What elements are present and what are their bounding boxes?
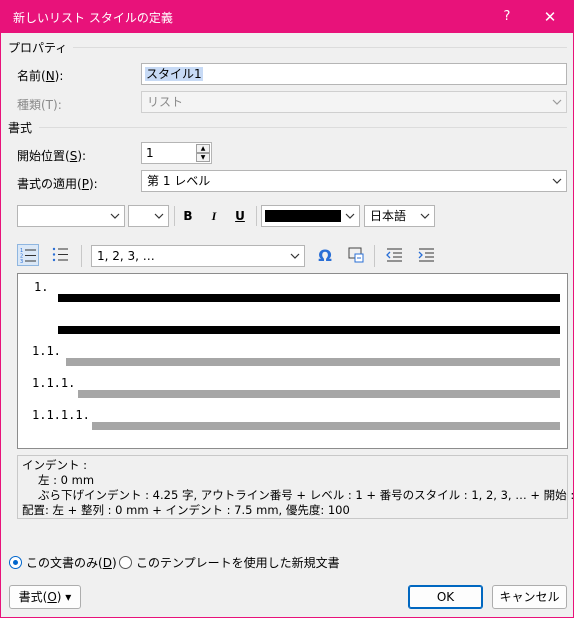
name-input[interactable]: スタイル1 <box>141 63 567 85</box>
apply-to-label: 書式の適用(P): <box>17 177 98 191</box>
decrease-indent-button[interactable] <box>383 245 405 267</box>
picture-bullet-button[interactable] <box>345 245 367 267</box>
spin-down-icon[interactable]: ▼ <box>196 153 210 162</box>
properties-section-label: プロパティ <box>8 41 68 55</box>
insert-symbol-button[interactable]: Ω <box>314 245 336 267</box>
toolbar-divider <box>81 245 82 267</box>
chevron-down-icon <box>552 99 562 105</box>
chevron-down-icon <box>420 213 430 219</box>
chevron-down-icon <box>110 213 120 219</box>
picture-icon <box>348 247 364 263</box>
preview-level-3-line <box>78 390 560 398</box>
new-documents-template-radio[interactable]: このテンプレートを使用した新規文書 <box>119 554 340 571</box>
bulleted-list-button[interactable] <box>49 244 71 266</box>
toolbar-divider <box>174 206 175 226</box>
dialog-window: 新しいリスト スタイルの定義 ? ✕ プロパティ 名前(N): スタイル1 種類… <box>0 0 574 618</box>
this-document-only-label: この文書のみ(D) <box>26 556 117 570</box>
language-value: 日本語 <box>370 209 407 223</box>
type-select[interactable]: リスト <box>141 91 567 113</box>
chevron-down-icon <box>345 213 355 219</box>
cancel-button[interactable]: キャンセル <box>492 585 567 609</box>
name-input-value: スタイル1 <box>145 67 203 81</box>
font-size-select[interactable] <box>128 205 169 227</box>
spinner-buttons: ▲ ▼ <box>196 144 210 162</box>
preview-level-1-line <box>58 294 560 302</box>
toolbar-divider <box>256 206 257 226</box>
description-line: インデント : <box>22 458 88 472</box>
increase-indent-button[interactable] <box>415 245 437 267</box>
format-divider <box>39 127 567 128</box>
style-description: インデント : 左 : 0 mm ぶら下げインデント : 4.25 字, アウト… <box>17 455 574 519</box>
apply-to-value: 第 1 レベル <box>147 174 211 188</box>
chevron-down-icon <box>290 253 300 259</box>
bold-button[interactable]: B <box>177 205 199 227</box>
preview-level-4-number: 1.1.1.1. <box>32 408 90 422</box>
this-document-only-radio[interactable]: この文書のみ(D) <box>9 554 117 571</box>
preview-level-3-number: 1.1.1. <box>32 376 76 390</box>
type-label: 種類(T): <box>17 98 62 112</box>
chevron-down-icon <box>154 213 164 219</box>
description-line: 左 : 0 mm <box>38 473 95 487</box>
toolbar-divider <box>374 245 375 267</box>
format-menu-button[interactable]: 書式(O) ▾ <box>9 585 81 609</box>
preview-level-2-number: 1.1. <box>32 344 61 358</box>
preview-level-2-line <box>66 358 560 366</box>
svg-text:3: 3 <box>20 259 23 265</box>
list-preview: 1. 1.1. 1.1.1. 1.1.1.1. <box>17 273 568 449</box>
dialog-title: 新しいリスト スタイルの定義 <box>13 11 173 25</box>
preview-level-4-line <box>92 422 560 430</box>
title-bar: 新しいリスト スタイルの定義 ? ✕ <box>1 1 573 33</box>
name-label: 名前(N): <box>17 69 64 83</box>
italic-button[interactable]: I <box>203 205 225 227</box>
radio-selected-icon <box>9 556 22 569</box>
font-color-select[interactable] <box>261 205 360 227</box>
start-at-value: 1 <box>146 146 154 160</box>
type-select-value: リスト <box>147 95 184 109</box>
numbered-list-button[interactable]: 1 2 3 <box>17 244 39 266</box>
numbered-list-icon: 1 2 3 <box>20 248 36 265</box>
start-at-spinner[interactable]: 1 ▲ ▼ <box>141 142 212 164</box>
properties-divider <box>73 47 567 48</box>
numbering-style-select[interactable]: 1, 2, 3, … <box>91 245 305 267</box>
underline-button[interactable]: U <box>229 205 251 227</box>
font-select[interactable] <box>17 205 125 227</box>
preview-level-1-line <box>58 326 560 334</box>
font-color-swatch <box>265 210 341 222</box>
chevron-down-icon <box>552 178 562 184</box>
language-select[interactable]: 日本語 <box>364 205 435 227</box>
start-at-label: 開始位置(S): <box>17 149 87 163</box>
preview-level-1-number: 1. <box>34 280 49 294</box>
description-line: ぶら下げインデント : 4.25 字, アウトライン番号 + レベル : 1 +… <box>38 488 574 502</box>
spin-up-icon[interactable]: ▲ <box>196 144 210 153</box>
new-documents-template-label: このテンプレートを使用した新規文書 <box>136 556 340 570</box>
bulleted-list-icon <box>52 247 68 262</box>
help-button[interactable]: ? <box>495 6 519 28</box>
ok-button[interactable]: OK <box>408 585 483 609</box>
close-button[interactable]: ✕ <box>537 6 563 28</box>
increase-indent-icon <box>418 248 434 262</box>
radio-unselected-icon <box>119 556 132 569</box>
numbering-style-value: 1, 2, 3, … <box>97 249 155 263</box>
description-line: 配置: 左 + 整列 : 0 mm + インデント : 7.5 mm, 優先度:… <box>22 503 350 517</box>
format-section-label: 書式 <box>8 121 33 135</box>
decrease-indent-icon <box>386 248 402 262</box>
apply-to-select[interactable]: 第 1 レベル <box>141 170 567 192</box>
